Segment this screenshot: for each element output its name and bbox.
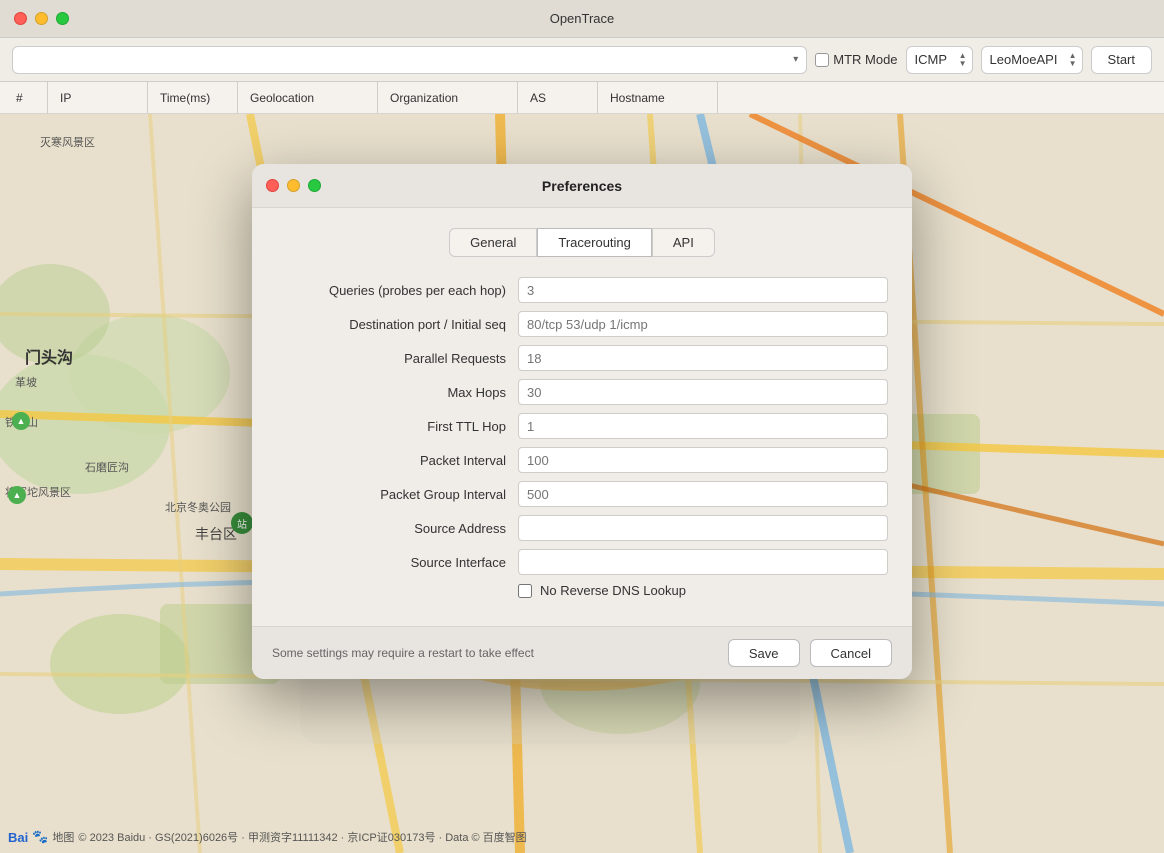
dest-port-input[interactable] xyxy=(518,311,888,337)
title-bar: OpenTrace xyxy=(0,0,1164,38)
dropdown-arrow-icon: ▾ xyxy=(793,54,798,65)
packet-group-interval-label: Packet Group Interval xyxy=(276,487,506,502)
modal-body: General Tracerouting API Queries (probes… xyxy=(252,208,912,626)
protocol-select[interactable]: ICMP UDP TCP xyxy=(906,46,973,74)
modal-overlay: Preferences General Tracerouting API Que… xyxy=(0,114,1164,853)
col-org[interactable]: Organization xyxy=(378,82,518,113)
col-hostname[interactable]: Hostname xyxy=(598,82,718,113)
tab-api[interactable]: API xyxy=(652,228,715,257)
queries-row: Queries (probes per each hop) xyxy=(276,277,888,303)
api-selector[interactable]: LeoMoeAPI IPInfo MaxMind ▲▼ xyxy=(981,46,1083,74)
queries-label: Queries (probes per each hop) xyxy=(276,283,506,298)
minimize-button[interactable] xyxy=(35,12,48,25)
modal-close-button[interactable] xyxy=(266,179,279,192)
no-reverse-dns-label: No Reverse DNS Lookup xyxy=(540,583,686,598)
mtr-mode-checkbox[interactable] xyxy=(815,53,829,67)
no-reverse-dns-checkbox[interactable] xyxy=(518,584,532,598)
preferences-modal: Preferences General Tracerouting API Que… xyxy=(252,164,912,679)
toolbar: ▾ MTR Mode ICMP UDP TCP ▲▼ LeoMoeAPI IPI… xyxy=(0,38,1164,82)
mtr-mode-label: MTR Mode xyxy=(833,52,897,67)
source-interface-input[interactable] xyxy=(518,549,888,575)
packet-interval-label: Packet Interval xyxy=(276,453,506,468)
save-button[interactable]: Save xyxy=(728,639,800,667)
window-controls xyxy=(14,12,69,25)
dest-port-row: Destination port / Initial seq xyxy=(276,311,888,337)
cancel-button[interactable]: Cancel xyxy=(810,639,892,667)
maximize-button[interactable] xyxy=(56,12,69,25)
modal-window-controls xyxy=(266,179,321,192)
footer-buttons: Save Cancel xyxy=(728,639,892,667)
max-hops-label: Max Hops xyxy=(276,385,506,400)
modal-title: Preferences xyxy=(542,178,622,194)
mtr-mode-control: MTR Mode xyxy=(815,52,897,67)
packet-interval-row: Packet Interval xyxy=(276,447,888,473)
tab-general[interactable]: General xyxy=(449,228,537,257)
col-time[interactable]: Time(ms) xyxy=(148,82,238,113)
dest-port-label: Destination port / Initial seq xyxy=(276,317,506,332)
parallel-requests-label: Parallel Requests xyxy=(276,351,506,366)
protocol-selector[interactable]: ICMP UDP TCP ▲▼ xyxy=(906,46,973,74)
col-ip[interactable]: IP xyxy=(48,82,148,113)
packet-interval-input[interactable] xyxy=(518,447,888,473)
parallel-requests-row: Parallel Requests xyxy=(276,345,888,371)
parallel-requests-input[interactable] xyxy=(518,345,888,371)
first-ttl-input[interactable] xyxy=(518,413,888,439)
packet-group-interval-input[interactable] xyxy=(518,481,888,507)
source-address-input[interactable] xyxy=(518,515,888,541)
api-select[interactable]: LeoMoeAPI IPInfo MaxMind xyxy=(981,46,1083,74)
col-hash[interactable]: # xyxy=(8,82,48,113)
source-address-label: Source Address xyxy=(276,521,506,536)
modal-footer: Some settings may require a restart to t… xyxy=(252,626,912,679)
col-geo[interactable]: Geolocation xyxy=(238,82,378,113)
max-hops-input[interactable] xyxy=(518,379,888,405)
source-interface-row: Source Interface xyxy=(276,549,888,575)
queries-input[interactable] xyxy=(518,277,888,303)
source-interface-label: Source Interface xyxy=(276,555,506,570)
address-bar[interactable]: ▾ xyxy=(12,46,807,74)
source-address-row: Source Address xyxy=(276,515,888,541)
footer-note: Some settings may require a restart to t… xyxy=(272,646,534,660)
start-button[interactable]: Start xyxy=(1091,46,1152,74)
modal-titlebar: Preferences xyxy=(252,164,912,208)
max-hops-row: Max Hops xyxy=(276,379,888,405)
first-ttl-row: First TTL Hop xyxy=(276,413,888,439)
no-reverse-dns-row: No Reverse DNS Lookup xyxy=(276,583,888,598)
close-button[interactable] xyxy=(14,12,27,25)
first-ttl-label: First TTL Hop xyxy=(276,419,506,434)
modal-minimize-button[interactable] xyxy=(287,179,300,192)
app-title: OpenTrace xyxy=(550,11,615,26)
tab-tracerouting[interactable]: Tracerouting xyxy=(537,228,652,257)
column-headers: # IP Time(ms) Geolocation Organization A… xyxy=(0,82,1164,114)
packet-group-interval-row: Packet Group Interval xyxy=(276,481,888,507)
col-as[interactable]: AS xyxy=(518,82,598,113)
tab-bar: General Tracerouting API xyxy=(276,228,888,257)
modal-maximize-button[interactable] xyxy=(308,179,321,192)
